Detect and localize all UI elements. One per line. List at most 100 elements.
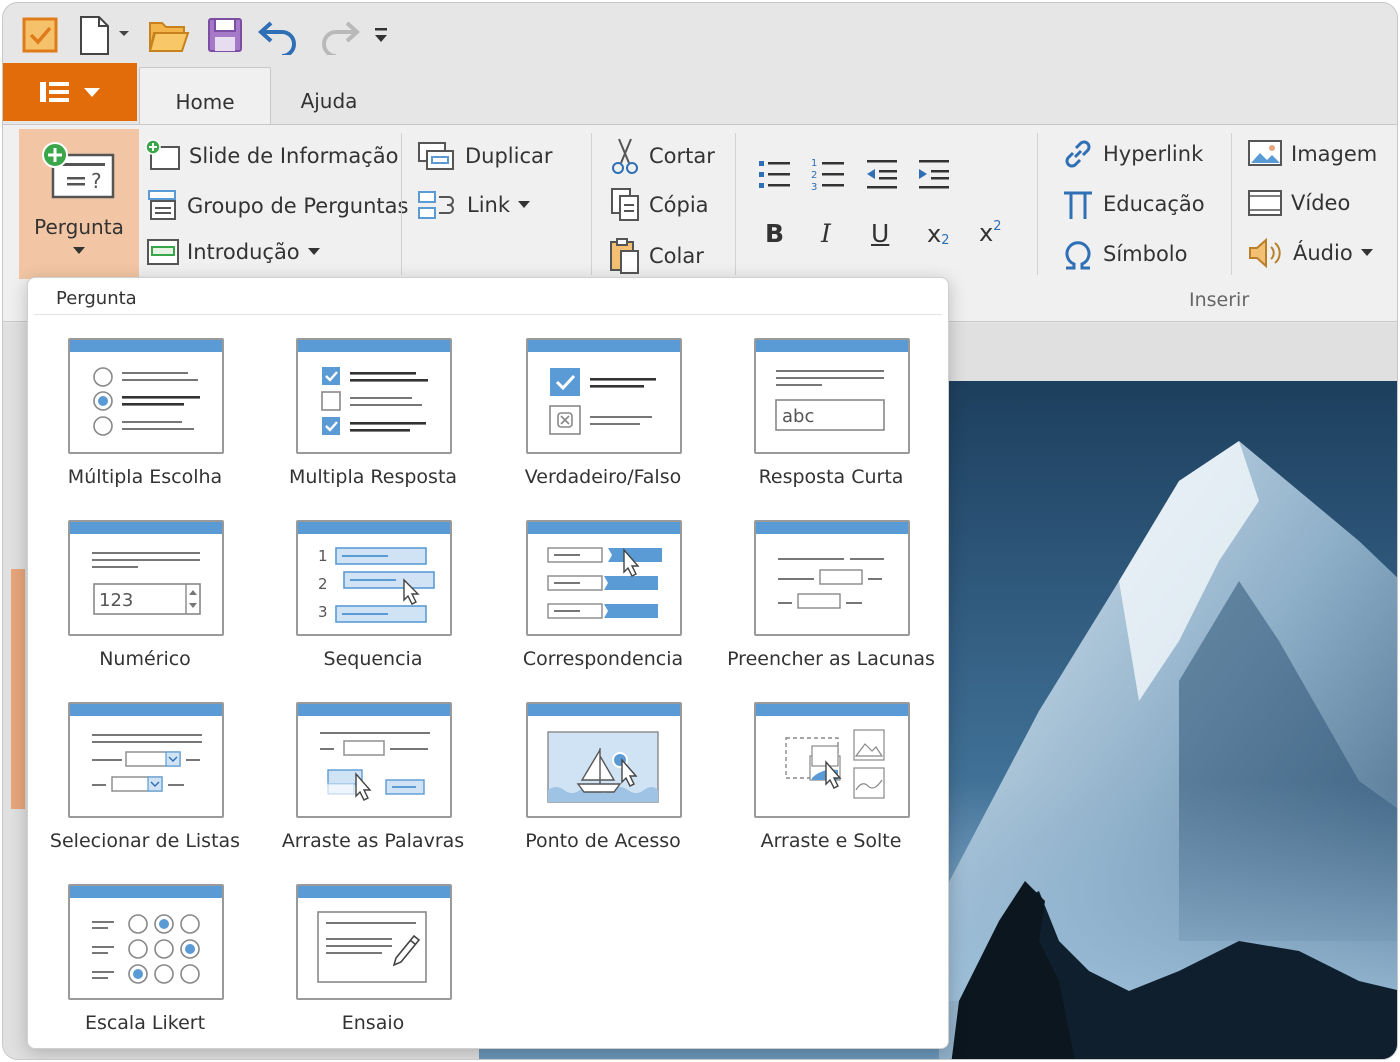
- slide-thumbnail-selected[interactable]: [11, 569, 25, 809]
- speaker-icon: [1249, 237, 1281, 269]
- introduction-slide-icon: [147, 239, 179, 265]
- subscript-button[interactable]: x 2: [927, 219, 950, 249]
- question-type-label: Numérico: [99, 648, 191, 670]
- redo-icon[interactable]: [315, 15, 361, 55]
- paste-button[interactable]: Colar: [609, 237, 704, 275]
- decrease-indent-icon[interactable]: [863, 155, 903, 195]
- image-button[interactable]: Imagem: [1247, 139, 1377, 169]
- audio-button[interactable]: Áudio: [1247, 237, 1373, 269]
- subscript-2: 2: [941, 233, 950, 248]
- bold-button[interactable]: B: [765, 219, 784, 248]
- question-type-sequence[interactable]: 1 2 3 Sequencia: [258, 520, 488, 690]
- symbol-button[interactable]: Símbolo: [1061, 237, 1187, 271]
- abc-text: abc: [782, 406, 814, 427]
- app-logo-icon[interactable]: [21, 15, 61, 55]
- question-type-label: Ensaio: [341, 1012, 405, 1034]
- likert-scale-icon: [68, 884, 224, 1000]
- pi-icon: [1064, 191, 1092, 219]
- duplicate-icon: [418, 142, 454, 170]
- italic-button[interactable]: I: [821, 219, 831, 248]
- drag-words-icon: [296, 702, 452, 818]
- matching-icon: [526, 520, 682, 636]
- svg-text:2: 2: [811, 170, 817, 181]
- superscript-button[interactable]: x 2: [979, 219, 1001, 248]
- question-type-label: Múltipla Escolha: [67, 466, 223, 488]
- question-type-drag-drop[interactable]: Arraste e Solte: [716, 702, 946, 872]
- tab-home[interactable]: Home: [139, 67, 271, 125]
- pergunta-button[interactable]: ? Pergunta: [19, 129, 139, 279]
- customize-toolbar-icon[interactable]: [371, 15, 391, 55]
- insert-group-label: Inserir: [1189, 289, 1250, 311]
- link-slides-icon: [418, 191, 454, 219]
- question-type-label: Ponto de Acesso: [525, 830, 681, 852]
- image-icon: [1248, 140, 1282, 166]
- paste-label: Colar: [649, 244, 704, 268]
- ribbon-separator: [735, 133, 736, 275]
- introduction-label: Introdução: [187, 240, 300, 264]
- tab-ajuda[interactable]: Ajuda: [279, 67, 379, 125]
- true-false-icon: [526, 338, 682, 454]
- question-type-label: Multipla Resposta: [288, 466, 458, 488]
- sequence-icon: 1 2 3: [296, 520, 452, 636]
- question-type-multiple-response[interactable]: Multipla Resposta: [258, 338, 488, 508]
- ribbon-separator: [591, 133, 592, 275]
- slide-info-label: Slide de Informação: [189, 144, 399, 168]
- question-type-numeric[interactable]: 123 Numérico: [30, 520, 260, 690]
- question-group-icon: [148, 190, 176, 220]
- question-type-likert-scale[interactable]: Escala Likert: [30, 884, 260, 1054]
- education-button[interactable]: Educação: [1061, 187, 1205, 221]
- question-type-select-from-lists[interactable]: Selecionar de Listas: [30, 702, 260, 872]
- question-type-short-answer[interactable]: abc Resposta Curta: [716, 338, 946, 508]
- seq-1: 1: [318, 547, 328, 565]
- question-type-drag-words[interactable]: Arraste as Palavras: [258, 702, 488, 872]
- cut-button[interactable]: Cortar: [609, 137, 715, 175]
- question-type-essay[interactable]: Ensaio: [258, 884, 488, 1054]
- question-type-multiple-choice[interactable]: Múltipla Escolha: [30, 338, 260, 508]
- svg-text:3: 3: [811, 182, 817, 193]
- copy-button[interactable]: Cópia: [609, 187, 709, 223]
- question-group-button[interactable]: Groupo de Perguntas: [145, 189, 408, 223]
- slide-info-button[interactable]: Slide de Informação: [145, 139, 398, 173]
- question-slide-icon: ?: [42, 142, 115, 199]
- fill-blanks-icon: [754, 520, 910, 636]
- increase-indent-icon[interactable]: [915, 155, 955, 195]
- quick-access-toolbar: [3, 3, 1397, 63]
- underline-button[interactable]: U: [871, 219, 889, 248]
- introduction-button[interactable]: Introdução: [145, 237, 320, 267]
- select-from-lists-icon: [68, 702, 224, 818]
- app-window: Home Ajuda ? Pergunta Slide de Informaçã…: [2, 2, 1398, 1060]
- question-type-matching[interactable]: Correspondencia: [488, 520, 718, 690]
- superscript-x: x: [979, 219, 994, 247]
- question-type-label: Resposta Curta: [758, 466, 904, 488]
- svg-text:1: 1: [811, 158, 817, 169]
- chevron-down-icon: [1360, 249, 1373, 256]
- numbered-list-icon[interactable]: 1 2 3: [809, 155, 849, 195]
- question-group-label: Groupo de Perguntas: [187, 194, 409, 218]
- seq-3: 3: [318, 603, 328, 621]
- link-button[interactable]: Link: [417, 189, 531, 221]
- symbol-label: Símbolo: [1103, 242, 1188, 266]
- dropdown-title: Pergunta: [56, 288, 137, 309]
- question-type-hotspot[interactable]: Ponto de Acesso: [488, 702, 718, 872]
- question-type-label: Verdadeiro/Falso: [524, 466, 682, 488]
- education-label: Educação: [1103, 192, 1205, 216]
- video-button[interactable]: Vídeo: [1247, 189, 1350, 217]
- pergunta-label: Pergunta: [34, 215, 124, 239]
- copy-icon: [611, 188, 639, 221]
- save-icon[interactable]: [205, 15, 245, 55]
- chevron-down-icon: [307, 248, 320, 255]
- duplicate-button[interactable]: Duplicar: [417, 139, 553, 173]
- scissors-icon: [612, 138, 638, 174]
- open-folder-icon[interactable]: [147, 15, 191, 55]
- app-menu-button[interactable]: [3, 63, 137, 121]
- undo-icon[interactable]: [257, 15, 303, 55]
- hyperlink-label: Hyperlink: [1103, 142, 1204, 166]
- hyperlink-button[interactable]: Hyperlink: [1061, 137, 1203, 171]
- hotspot-icon: [526, 702, 682, 818]
- multiple-choice-icon: [68, 338, 224, 454]
- question-type-fill-blanks[interactable]: Preencher as Lacunas: [716, 520, 946, 690]
- question-type-true-false[interactable]: Verdadeiro/Falso: [488, 338, 718, 508]
- bullet-list-icon[interactable]: [755, 155, 795, 195]
- new-file-icon[interactable]: [77, 15, 137, 55]
- paste-icon: [610, 238, 639, 274]
